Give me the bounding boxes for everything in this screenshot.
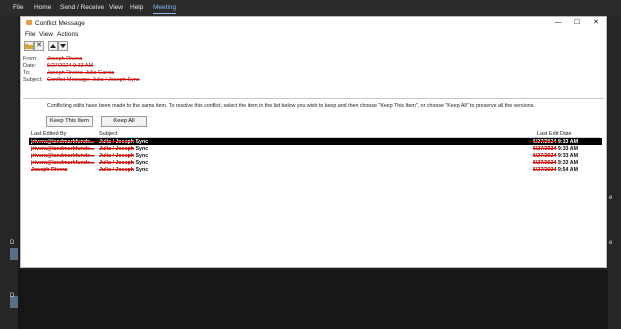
app-menubar: File Home Send / Receive View Help Meeti… (0, 0, 621, 16)
app-menu-file[interactable]: File (13, 4, 23, 11)
from-label: From: (23, 56, 38, 62)
app-menu-send-receive[interactable]: Send / Receive (60, 4, 104, 11)
row-edit-date: 6/27/2024 9:54 AM (532, 166, 578, 173)
divider (23, 98, 604, 99)
keep-this-item-button[interactable]: Keep This Item (46, 116, 93, 127)
row-edited-by: jrivera@landmarkfunde... (31, 145, 95, 152)
to-label: To: (23, 70, 31, 76)
row-edited-by: jrivera@landmarkfunde... (31, 152, 95, 159)
envelope-icon (26, 20, 32, 25)
background-strip (10, 248, 18, 260)
row-edit-date: 6/27/2024 9:33 AM (532, 138, 578, 145)
menu-actions[interactable]: Actions (57, 31, 78, 38)
maximize-button[interactable]: ☐ (569, 18, 585, 28)
subject-label: Subject: (23, 77, 43, 83)
from-value: Joseph Rivera (47, 56, 83, 62)
row-subject: Julia / Joseph Sync (99, 145, 149, 152)
row-edit-date: 6/27/2024 9:33 AM (532, 152, 578, 159)
minimize-button[interactable]: — (550, 18, 566, 28)
background-left-label: D (10, 240, 15, 246)
background-right-label: e (609, 195, 613, 201)
conflict-row[interactable]: jrivera@landmarkfunde... Julia / Joseph … (29, 152, 602, 159)
menu-file[interactable]: File (25, 31, 35, 38)
background-bottom-area (18, 270, 608, 329)
background-left-panel (0, 16, 18, 329)
app-menu-help[interactable]: Help (130, 4, 143, 11)
keep-all-button[interactable]: Keep All (101, 116, 147, 127)
row-edited-by: jrivera@landmarkfunde... (31, 159, 95, 166)
window-menubar: File View Actions (21, 31, 606, 40)
previous-item-icon[interactable] (48, 41, 58, 51)
conflict-row[interactable]: jrivera@landmarkfunde... Julia / Joseph … (29, 138, 602, 145)
app-menu-home[interactable]: Home (34, 4, 51, 11)
title-bar[interactable]: Conflict Message — ☐ ✕ (21, 17, 606, 29)
row-subject: Julia / Joseph Sync (99, 138, 149, 145)
app-menu-meeting[interactable]: Meeting (153, 4, 177, 14)
row-edit-date: 6/27/2024 9:33 AM (532, 145, 578, 152)
conflict-row[interactable]: jrivera@landmarkfunde... Julia / Joseph … (29, 159, 602, 166)
next-item-icon[interactable] (58, 41, 68, 51)
subject-value: Conflict Message: Julia / Joseph Sync (47, 77, 140, 83)
row-edited-by: Joseph Rivera (31, 166, 68, 173)
app-menu-view[interactable]: View (109, 4, 123, 11)
date-value: 6/27/2024 9:33 AM (47, 63, 94, 69)
to-value: Joseph Rivera; Julia Garcia (47, 70, 115, 76)
row-subject: Julia / Joseph Sync (99, 152, 149, 159)
open-folder-icon[interactable] (24, 41, 34, 51)
row-edit-date: 6/27/2024 9:33 AM (532, 159, 578, 166)
menu-view[interactable]: View (39, 31, 53, 38)
conflict-description: Conflicting edits have been made to the … (47, 103, 535, 109)
conflict-message-window: Conflict Message — ☐ ✕ File View Actions… (20, 16, 607, 268)
row-edited-by: jrivera@landmarkfunde... (31, 138, 95, 145)
close-button[interactable]: ✕ (588, 18, 604, 28)
background-right-label: e (609, 240, 613, 246)
row-subject: Julia / Joseph Sync (99, 166, 149, 173)
row-subject: Julia / Joseph Sync (99, 159, 149, 166)
background-right-panel (608, 16, 621, 329)
date-label: Date: (23, 63, 37, 69)
window-title: Conflict Message (35, 19, 85, 27)
background-left-label: D (10, 293, 15, 299)
conflict-row[interactable]: jrivera@landmarkfunde... Julia / Joseph … (29, 145, 602, 152)
delete-icon[interactable]: ✕ (34, 41, 44, 51)
conflict-row[interactable]: Joseph Rivera Julia / Joseph Sync 6/27/2… (29, 166, 602, 173)
